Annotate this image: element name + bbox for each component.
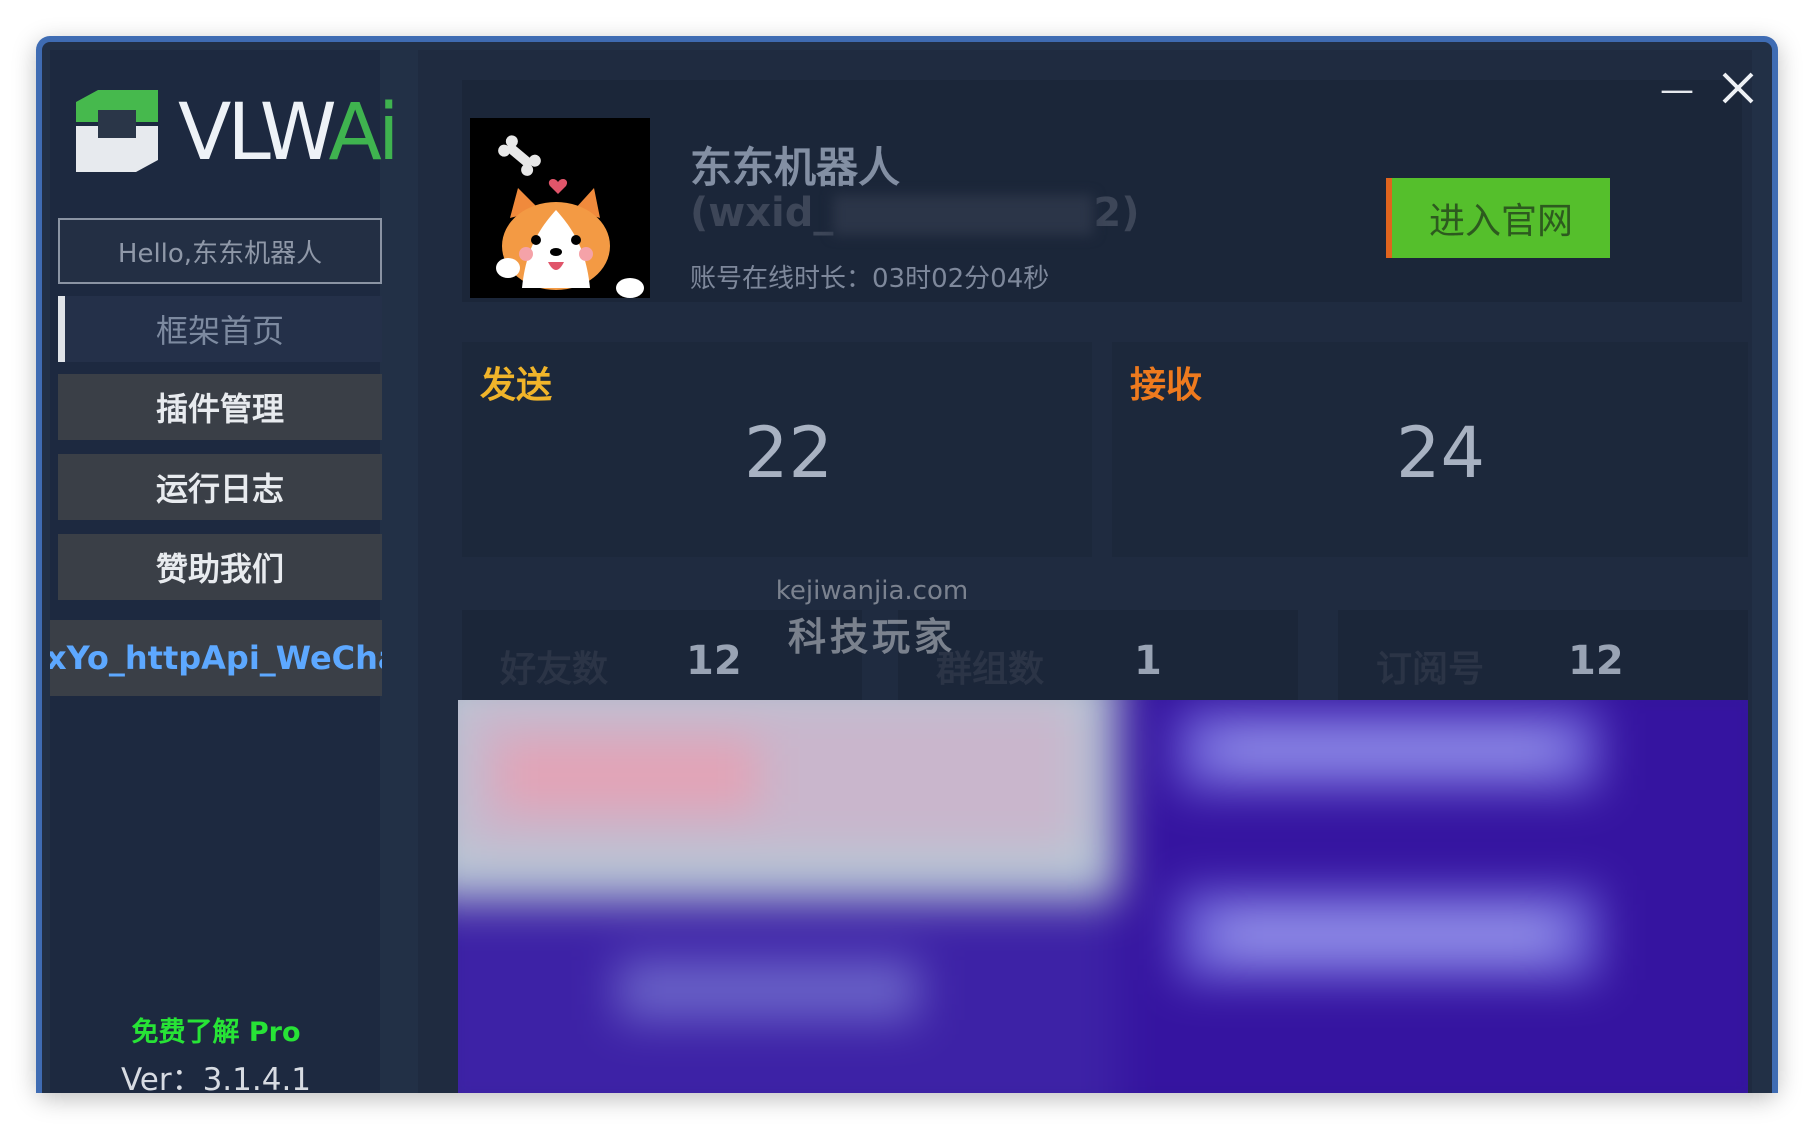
groups-value: 1 bbox=[1134, 638, 1162, 684]
nav-item-label: 赞助我们 bbox=[155, 550, 284, 588]
plugin-item[interactable]: xYo_httpApi_WeChat bbox=[50, 620, 382, 696]
nav-item-label: 运行日志 bbox=[155, 470, 284, 508]
greeting-box: Hello,东东机器人 bbox=[58, 218, 382, 284]
subscriptions-label: 订阅号 bbox=[1376, 649, 1485, 690]
app-logo: VLWAi bbox=[70, 88, 400, 183]
sidebar: VLWAi Hello,东东机器人 框架首页 插件管理 运行日志 赞助我们 xY… bbox=[50, 50, 400, 1093]
friends-value: 12 bbox=[686, 638, 742, 684]
profile-wxid: (wxid_ 2) bbox=[690, 190, 1140, 236]
avatar bbox=[470, 118, 650, 298]
nav-item-plugins[interactable]: 插件管理 bbox=[58, 374, 382, 440]
receive-value: 24 bbox=[1396, 412, 1486, 494]
minimize-button[interactable]: — bbox=[1652, 70, 1702, 110]
nav-item-label: 框架首页 bbox=[155, 312, 284, 350]
main-panel: 东东机器人 (wxid_ 2) 账号在线时长：03时02分04秒 进入官网 发送 … bbox=[418, 50, 1752, 1093]
send-value: 22 bbox=[744, 412, 834, 494]
corgi-avatar-icon bbox=[470, 118, 650, 298]
profile-nickname: 东东机器人 bbox=[690, 143, 901, 192]
official-site-button[interactable]: 进入官网 bbox=[1386, 178, 1610, 258]
plugin-item-label: xYo_httpApi_WeChat bbox=[50, 639, 382, 677]
nav-item-logs[interactable]: 运行日志 bbox=[58, 454, 382, 520]
version-label: Ver：3.1.4.1 bbox=[120, 1062, 312, 1093]
promo-banner[interactable] bbox=[458, 700, 1748, 1093]
nav-item-home[interactable]: 框架首页 bbox=[58, 296, 382, 362]
wxid-redaction bbox=[833, 195, 1094, 235]
receive-stat-card: 接收 24 bbox=[1112, 342, 1748, 557]
banner-image bbox=[458, 700, 1748, 1093]
nav-item-label: 插件管理 bbox=[155, 390, 284, 428]
send-label: 发送 bbox=[480, 365, 553, 406]
online-duration: 账号在线时长：03时02分04秒 bbox=[690, 264, 1050, 294]
friends-label: 好友数 bbox=[500, 649, 609, 690]
send-stat-card: 发送 22 bbox=[462, 342, 1092, 557]
logo-icon bbox=[76, 90, 158, 172]
close-icon bbox=[1722, 72, 1754, 104]
minimize-icon: — bbox=[1660, 70, 1694, 110]
subscriptions-value: 12 bbox=[1568, 638, 1624, 684]
watermark: kejiwanjia.com 科技玩家 bbox=[775, 576, 969, 659]
receive-label: 接收 bbox=[1130, 365, 1203, 406]
close-button[interactable] bbox=[1712, 62, 1762, 112]
subscriptions-count-card: 订阅号 12 bbox=[1338, 610, 1748, 710]
pro-link[interactable]: 免费了解 Pro bbox=[50, 1010, 382, 1049]
logo-text: VLWAi bbox=[178, 88, 400, 178]
nav-item-sponsor[interactable]: 赞助我们 bbox=[58, 534, 382, 600]
app-window: VLWAi Hello,东东机器人 框架首页 插件管理 运行日志 赞助我们 xY… bbox=[36, 36, 1778, 1093]
